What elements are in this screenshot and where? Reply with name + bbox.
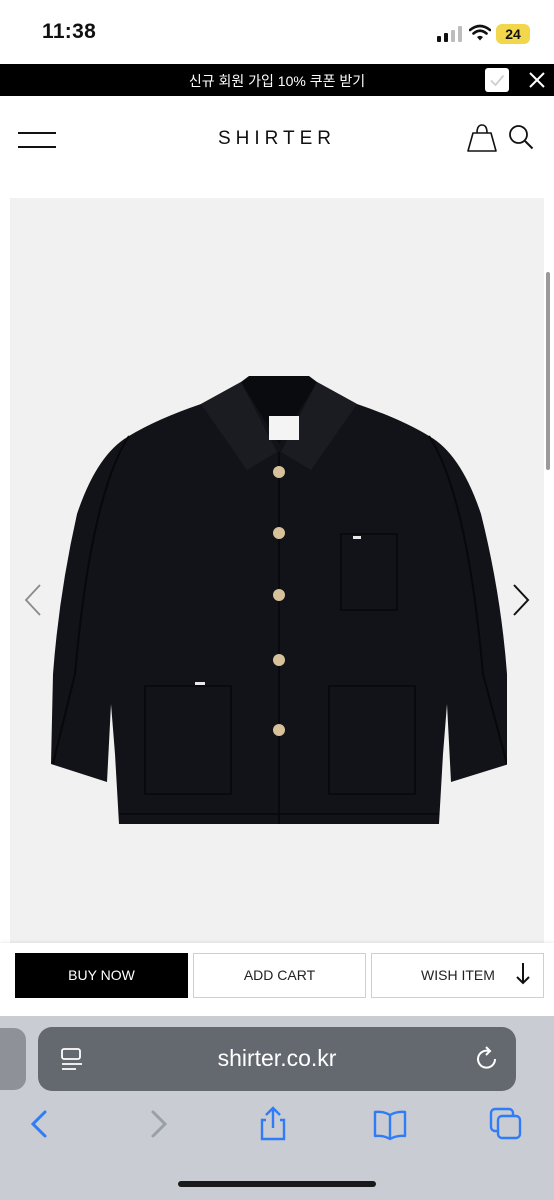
close-icon[interactable] — [527, 70, 547, 90]
forward-icon[interactable] — [140, 1106, 176, 1142]
signal-icon — [437, 26, 462, 42]
product-image-carousel[interactable] — [10, 198, 544, 943]
back-icon[interactable] — [22, 1106, 58, 1142]
chevron-left-icon[interactable] — [22, 583, 44, 617]
arrow-down-icon — [516, 963, 530, 985]
previous-tab-preview[interactable] — [0, 1028, 26, 1090]
address-bar[interactable]: shirter.co.kr — [38, 1027, 516, 1091]
site-header: SHIRTER — [0, 96, 554, 196]
bookmarks-icon[interactable] — [372, 1106, 408, 1142]
buy-now-button[interactable]: BUY NOW — [15, 953, 188, 998]
url-text[interactable]: shirter.co.kr — [38, 1045, 516, 1072]
share-icon[interactable] — [255, 1106, 291, 1142]
reload-icon[interactable] — [474, 1046, 500, 1072]
status-time: 11:38 — [42, 20, 97, 43]
scrollbar[interactable] — [546, 272, 550, 470]
wish-item-button[interactable]: WISH ITEM — [371, 953, 544, 998]
purchase-action-bar: BUY NOW ADD CART WISH ITEM — [0, 943, 554, 1016]
browser-toolbar — [0, 1098, 554, 1158]
tabs-icon[interactable] — [488, 1106, 524, 1142]
browser-chrome: shirter.co.kr — [0, 1016, 554, 1200]
chevron-right-icon[interactable] — [510, 583, 532, 617]
add-cart-button[interactable]: ADD CART — [193, 953, 366, 998]
product-jacket-image — [51, 376, 507, 824]
promo-banner[interactable]: 신규 회원 가입 10% 쿠폰 받기 — [0, 64, 554, 96]
status-bar: 11:38 24 — [0, 0, 554, 64]
battery-indicator: 24 — [496, 24, 530, 44]
checkbox-icon[interactable] — [485, 68, 509, 92]
promo-text[interactable]: 신규 회원 가입 10% 쿠폰 받기 — [0, 71, 554, 91]
home-indicator — [178, 1181, 376, 1187]
wifi-icon — [469, 24, 491, 41]
search-icon[interactable] — [508, 124, 534, 150]
shopping-bag-icon[interactable] — [466, 123, 498, 153]
